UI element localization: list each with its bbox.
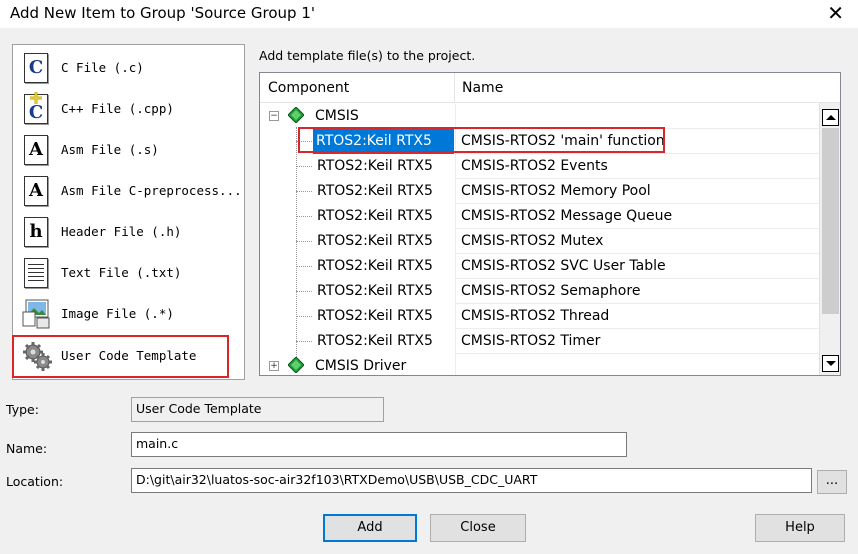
group-cmsis[interactable]: − CMSIS: [260, 104, 819, 129]
file-type-label: C++ File (.cpp): [61, 101, 174, 116]
group-label: CMSIS: [315, 108, 359, 124]
row-component: RTOS2:Keil RTX5: [317, 233, 433, 249]
file-type-label: Asm File C-preprocess...: [61, 183, 242, 198]
table-row[interactable]: RTOS2:Keil RTX5 CMSIS-RTOS2 Message Queu…: [260, 204, 819, 229]
window-title: Add New Item to Group 'Source Group 1': [10, 4, 315, 22]
group-label: CMSIS Driver: [315, 358, 407, 374]
asm-preprocess-file-icon: A: [21, 175, 51, 207]
table-row[interactable]: RTOS2:Keil RTX5 CMSIS-RTOS2 SVC User Tab…: [260, 254, 819, 279]
close-icon[interactable]: ✕: [827, 2, 844, 24]
template-hint: Add template file(s) to the project.: [259, 48, 476, 63]
row-name: CMSIS-RTOS2 Memory Pool: [455, 179, 819, 204]
text-file-icon: [21, 257, 51, 289]
table-row[interactable]: RTOS2:Keil RTX5 CMSIS-RTOS2 Semaphore: [260, 279, 819, 304]
location-input[interactable]: D:\git\air32\luatos-soc-air32f103\RTXDem…: [131, 468, 812, 493]
row-component: RTOS2:Keil RTX5: [317, 183, 433, 199]
table-row[interactable]: RTOS2:Keil RTX5 CMSIS-RTOS2 Mutex: [260, 229, 819, 254]
header-file-icon: h: [21, 216, 51, 248]
browse-button[interactable]: ...: [817, 470, 847, 494]
image-file-icon: [21, 298, 51, 330]
row-component: RTOS2:Keil RTX5: [317, 333, 433, 349]
file-type-image[interactable]: Image File (.*): [13, 293, 243, 334]
component-gem-icon: [288, 357, 304, 373]
row-component: RTOS2:Keil RTX5: [317, 283, 433, 299]
type-field: User Code Template: [131, 397, 384, 422]
help-button[interactable]: Help: [755, 514, 845, 542]
selected-template-highlight: [12, 335, 229, 378]
cpp-file-icon: C: [21, 91, 51, 125]
location-label: Location:: [6, 474, 64, 489]
component-gem-icon: [288, 107, 304, 123]
collapse-icon[interactable]: −: [269, 111, 279, 121]
template-grid[interactable]: Component Name − CMSIS RTOS2:Keil RTX5 C…: [259, 72, 841, 376]
file-type-header[interactable]: h Header File (.h): [13, 211, 243, 252]
scroll-thumb[interactable]: [822, 128, 839, 314]
file-type-asm-preprocess[interactable]: A Asm File C-preprocess...: [13, 170, 243, 211]
row-name: CMSIS-RTOS2 Message Queue: [455, 204, 819, 229]
asm-file-icon: A: [21, 134, 51, 166]
scroll-up-icon[interactable]: [822, 109, 839, 126]
table-row[interactable]: RTOS2:Keil RTX5 CMSIS-RTOS2 Memory Pool: [260, 179, 819, 204]
table-row[interactable]: RTOS2:Keil RTX5 CMSIS-RTOS2 Events: [260, 154, 819, 179]
file-type-list[interactable]: C C File (.c) C C++ File (.cpp) A Asm Fi…: [12, 44, 245, 380]
file-type-label: Text File (.txt): [61, 265, 182, 280]
grid-header: Component Name: [260, 73, 840, 103]
group-cmsis-driver[interactable]: + CMSIS Driver: [260, 354, 819, 375]
table-row[interactable]: RTOS2:Keil RTX5 CMSIS-RTOS2 Thread: [260, 304, 819, 329]
row-component: RTOS2:Keil RTX5: [317, 258, 433, 274]
header-name[interactable]: Name: [454, 73, 503, 103]
file-type-asm[interactable]: A Asm File (.s): [13, 129, 243, 170]
file-type-label: C File (.c): [61, 60, 144, 75]
file-type-label: Image File (.*): [61, 306, 174, 321]
title-bar: Add New Item to Group 'Source Group 1' ✕: [0, 0, 858, 28]
close-button[interactable]: Close: [430, 514, 526, 542]
row-name: CMSIS-RTOS2 Events: [455, 154, 819, 179]
file-type-c[interactable]: C C File (.c): [13, 47, 243, 88]
table-row[interactable]: RTOS2:Keil RTX5 CMSIS-RTOS2 Timer: [260, 329, 819, 354]
row-name: CMSIS-RTOS2 Thread: [455, 304, 819, 329]
row-component: RTOS2:Keil RTX5: [317, 308, 433, 324]
file-type-text[interactable]: Text File (.txt): [13, 252, 243, 293]
scroll-down-icon[interactable]: [822, 355, 839, 372]
row-name: CMSIS-RTOS2 Mutex: [455, 229, 819, 254]
type-label: Type:: [6, 402, 39, 417]
file-type-label: Header File (.h): [61, 224, 182, 239]
file-type-label: Asm File (.s): [61, 142, 159, 157]
vertical-scrollbar[interactable]: [819, 103, 840, 375]
row-name: CMSIS-RTOS2 Timer: [455, 329, 819, 354]
row-name: CMSIS-RTOS2 Semaphore: [455, 279, 819, 304]
selected-row-highlight: [298, 127, 665, 153]
name-input[interactable]: main.c: [131, 432, 627, 457]
row-name: CMSIS-RTOS2 SVC User Table: [455, 254, 819, 279]
expand-icon[interactable]: +: [269, 361, 279, 371]
c-file-icon: C: [21, 52, 51, 84]
header-component[interactable]: Component: [260, 73, 349, 103]
row-component: RTOS2:Keil RTX5: [317, 158, 433, 174]
add-button[interactable]: Add: [323, 514, 417, 542]
row-component: RTOS2:Keil RTX5: [317, 208, 433, 224]
name-label: Name:: [6, 441, 48, 456]
file-type-cpp[interactable]: C C++ File (.cpp): [13, 88, 243, 129]
